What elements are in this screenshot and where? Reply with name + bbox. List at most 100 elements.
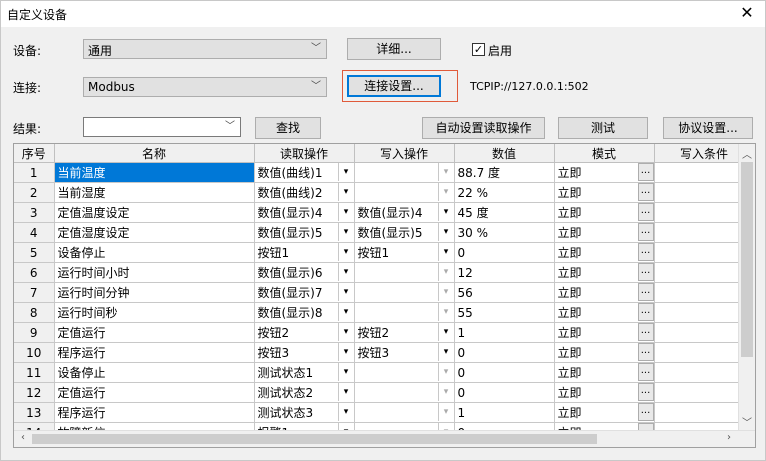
table-row[interactable]: 4 定值湿度设定 数值(显示)5 ▾ 数值(显示)5 ▾ 30 % 立即... [14, 222, 755, 243]
table-row[interactable]: 10 程序运行 按钮3 ▾ 按钮3 ▾ 0 立即... [14, 342, 755, 363]
row-index[interactable]: 6 [14, 262, 55, 283]
row-index[interactable]: 2 [14, 182, 55, 203]
horizontal-scrollbar[interactable]: ‹ › [14, 430, 755, 447]
table-row[interactable]: 11 设备停止 测试状态1 ▾ ▾ 0 立即... [14, 362, 755, 383]
row-index[interactable]: 12 [14, 382, 55, 403]
cell-value[interactable]: 22 % [454, 182, 555, 203]
mode-ellipsis-button[interactable]: ... [637, 363, 653, 381]
protocol-settings-button[interactable]: 协议设置... [663, 117, 753, 139]
cell-mode[interactable]: 立即... [554, 322, 655, 343]
cell-write[interactable]: 按钮1 ▾ [354, 242, 455, 263]
cell-name[interactable]: 程序运行 [54, 342, 255, 363]
cell-value[interactable]: 0 [454, 342, 555, 363]
cell-read[interactable]: 数值(显示)6 ▾ [254, 262, 355, 283]
cell-mode[interactable]: 立即... [554, 382, 655, 403]
mode-ellipsis-button[interactable]: ... [637, 203, 653, 221]
dropdown-arrow-icon[interactable]: ▾ [437, 383, 453, 401]
connection-settings-button[interactable]: 连接设置... [347, 75, 441, 97]
dropdown-arrow-icon[interactable]: ▾ [437, 283, 453, 301]
cell-mode[interactable]: 立即... [554, 242, 655, 263]
horizontal-scroll-thumb[interactable] [32, 434, 597, 444]
device-select[interactable]: 通用 ﹀ [83, 39, 327, 59]
cell-mode[interactable]: 立即... [554, 282, 655, 303]
row-index[interactable]: 3 [14, 202, 55, 223]
cell-mode[interactable]: 立即... [554, 222, 655, 243]
mode-ellipsis-button[interactable]: ... [637, 303, 653, 321]
cell-write[interactable]: ▾ [354, 402, 455, 423]
cell-value[interactable]: 55 [454, 302, 555, 323]
cell-value[interactable]: 0 [454, 382, 555, 403]
data-grid[interactable]: 序号 名称 读取操作 写入操作 数值 模式 写入条件 1 当前温度 数值(曲线)1 ▾… [13, 143, 756, 448]
cell-read[interactable]: 数值(显示)8 ▾ [254, 302, 355, 323]
dropdown-arrow-icon[interactable]: ▾ [437, 163, 453, 181]
cell-write[interactable]: ▾ [354, 382, 455, 403]
cell-mode[interactable]: 立即... [554, 202, 655, 223]
cell-mode[interactable]: 立即... [554, 182, 655, 203]
table-row[interactable]: 3 定值温度设定 数值(显示)4 ▾ 数值(显示)4 ▾ 45 度 立即... [14, 202, 755, 223]
cell-read[interactable]: 数值(显示)5 ▾ [254, 222, 355, 243]
row-index[interactable]: 9 [14, 322, 55, 343]
cell-read[interactable]: 数值(曲线)2 ▾ [254, 182, 355, 203]
dropdown-arrow-icon[interactable]: ▾ [337, 403, 353, 421]
cell-name[interactable]: 定值运行 [54, 322, 255, 343]
cell-value[interactable]: 30 % [454, 222, 555, 243]
cell-name[interactable]: 运行时间秒 [54, 302, 255, 323]
connection-select[interactable]: Modbus ﹀ [83, 77, 327, 97]
cell-read[interactable]: 测试状态2 ▾ [254, 382, 355, 403]
cell-write[interactable]: ▾ [354, 362, 455, 383]
cell-name[interactable]: 当前湿度 [54, 182, 255, 203]
dropdown-arrow-icon[interactable]: ▾ [437, 403, 453, 421]
row-index[interactable]: 4 [14, 222, 55, 243]
cell-name[interactable]: 定值湿度设定 [54, 222, 255, 243]
cell-read[interactable]: 按钮2 ▾ [254, 322, 355, 343]
dropdown-arrow-icon[interactable]: ▾ [437, 223, 453, 241]
cell-write[interactable]: 数值(显示)4 ▾ [354, 202, 455, 223]
mode-ellipsis-button[interactable]: ... [637, 383, 653, 401]
cell-value[interactable]: 0 [454, 362, 555, 383]
cell-write[interactable]: 按钮3 ▾ [354, 342, 455, 363]
dropdown-arrow-icon[interactable]: ▾ [337, 283, 353, 301]
mode-ellipsis-button[interactable]: ... [637, 223, 653, 241]
table-row[interactable]: 1 当前温度 数值(曲线)1 ▾ ▾ 88.7 度 立即... [14, 162, 755, 183]
cell-mode[interactable]: 立即... [554, 162, 655, 183]
dropdown-arrow-icon[interactable]: ▾ [437, 183, 453, 201]
scroll-right-icon[interactable]: › [722, 432, 736, 443]
cell-value[interactable]: 1 [454, 402, 555, 423]
vertical-scrollbar[interactable]: ︿ ﹀ [738, 144, 755, 431]
scroll-up-icon[interactable]: ︿ [740, 146, 754, 161]
cell-read[interactable]: 测试状态1 ▾ [254, 362, 355, 383]
cell-mode[interactable]: 立即... [554, 362, 655, 383]
row-index[interactable]: 7 [14, 282, 55, 303]
mode-ellipsis-button[interactable]: ... [637, 323, 653, 341]
table-row[interactable]: 8 运行时间秒 数值(显示)8 ▾ ▾ 55 立即... [14, 302, 755, 323]
mode-ellipsis-button[interactable]: ... [637, 163, 653, 181]
cell-mode[interactable]: 立即... [554, 302, 655, 323]
dropdown-arrow-icon[interactable]: ▾ [337, 363, 353, 381]
mode-ellipsis-button[interactable]: ... [637, 403, 653, 421]
cell-write[interactable]: ▾ [354, 162, 455, 183]
dropdown-arrow-icon[interactable]: ▾ [337, 263, 353, 281]
result-select[interactable]: ﹀ [83, 117, 241, 137]
scroll-left-icon[interactable]: ‹ [16, 432, 30, 443]
col-header-read[interactable]: 读取操作 [254, 144, 355, 163]
table-row[interactable]: 13 程序运行 测试状态3 ▾ ▾ 1 立即... [14, 402, 755, 423]
cell-read[interactable]: 按钮1 ▾ [254, 242, 355, 263]
table-row[interactable]: 2 当前湿度 数值(曲线)2 ▾ ▾ 22 % 立即... [14, 182, 755, 203]
cell-name[interactable]: 运行时间小时 [54, 262, 255, 283]
dropdown-arrow-icon[interactable]: ▾ [337, 163, 353, 181]
mode-ellipsis-button[interactable]: ... [637, 263, 653, 281]
cell-name[interactable]: 定值运行 [54, 382, 255, 403]
cell-value[interactable]: 0 [454, 242, 555, 263]
mode-ellipsis-button[interactable]: ... [637, 343, 653, 361]
cell-read[interactable]: 数值(曲线)1 ▾ [254, 162, 355, 183]
detail-button[interactable]: 详细... [347, 38, 441, 60]
cell-name[interactable]: 定值温度设定 [54, 202, 255, 223]
cell-value[interactable]: 56 [454, 282, 555, 303]
dropdown-arrow-icon[interactable]: ▾ [337, 303, 353, 321]
cell-write[interactable]: ▾ [354, 182, 455, 203]
table-row[interactable]: 9 定值运行 按钮2 ▾ 按钮2 ▾ 1 立即... [14, 322, 755, 343]
test-button[interactable]: 测试 [558, 117, 648, 139]
cell-name[interactable]: 运行时间分钟 [54, 282, 255, 303]
cell-value[interactable]: 1 [454, 322, 555, 343]
row-index[interactable]: 13 [14, 402, 55, 423]
